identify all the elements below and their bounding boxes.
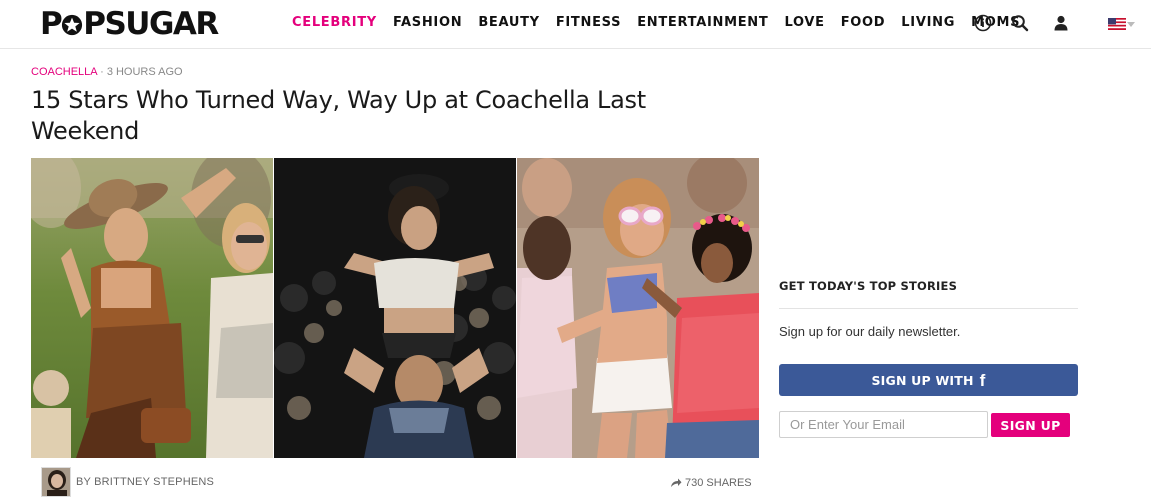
nav-item-beauty[interactable]: BEAUTY: [478, 15, 540, 31]
facebook-signup-button[interactable]: SIGN UP WITH f: [779, 364, 1078, 396]
email-input[interactable]: [779, 411, 988, 438]
author-avatar[interactable]: [41, 467, 71, 497]
timestamp: 3 HOURS AGO: [106, 66, 183, 78]
user-icon[interactable]: [1050, 12, 1072, 34]
nav-item-living[interactable]: LIVING: [901, 15, 955, 31]
signup-button[interactable]: SIGN UP: [991, 413, 1070, 437]
hero-photo-left: [31, 158, 273, 458]
logo-star-icon: [62, 14, 83, 36]
nav-item-celebrity[interactable]: CELEBRITY: [292, 15, 377, 31]
newsletter-title: GET TODAY'S TOP STORIES: [779, 279, 958, 293]
top-navigation-bar: P PSUGAR CELEBRITY FASHION BEAUTY FITNESS…: [0, 0, 1151, 49]
nav-item-love[interactable]: LOVE: [784, 15, 824, 31]
language-dropdown-caret-icon[interactable]: [1127, 22, 1135, 27]
share-count-text: 730 SHARES: [685, 477, 752, 489]
info-icon[interactable]: [972, 12, 994, 34]
hero-photo-right: [517, 158, 759, 458]
nav-item-fitness[interactable]: FITNESS: [556, 15, 621, 31]
newsletter-divider: [779, 308, 1078, 309]
nav-item-entertainment[interactable]: ENTERTAINMENT: [637, 15, 768, 31]
facebook-signup-label: SIGN UP WITH: [871, 372, 974, 388]
hero-image[interactable]: [31, 158, 759, 458]
category-link[interactable]: COACHELLA: [31, 66, 97, 78]
us-flag-icon[interactable]: [1108, 18, 1126, 30]
meta-separator: ·: [97, 66, 107, 78]
article-headline: 15 Stars Who Turned Way, Way Up at Coach…: [31, 86, 646, 145]
share-count: 730 SHARES: [670, 477, 752, 489]
nav-item-food[interactable]: FOOD: [841, 15, 886, 31]
share-arrow-icon: [671, 478, 682, 487]
facebook-icon: f: [979, 370, 986, 390]
hero-photo-center: [274, 158, 516, 458]
nav-item-fashion[interactable]: FASHION: [393, 15, 462, 31]
popsugar-logo[interactable]: P PSUGAR: [40, 7, 219, 41]
byline: BY BRITTNEY STEPHENS: [41, 467, 214, 497]
search-icon[interactable]: [1009, 12, 1031, 34]
newsletter-subtitle: Sign up for our daily newsletter.: [779, 324, 961, 339]
article-meta: COACHELLA · 3 HOURS AGO: [31, 66, 183, 79]
author-name[interactable]: BY BRITTNEY STEPHENS: [76, 476, 214, 488]
main-nav: CELEBRITY FASHION BEAUTY FITNESS ENTERTA…: [292, 15, 1036, 31]
